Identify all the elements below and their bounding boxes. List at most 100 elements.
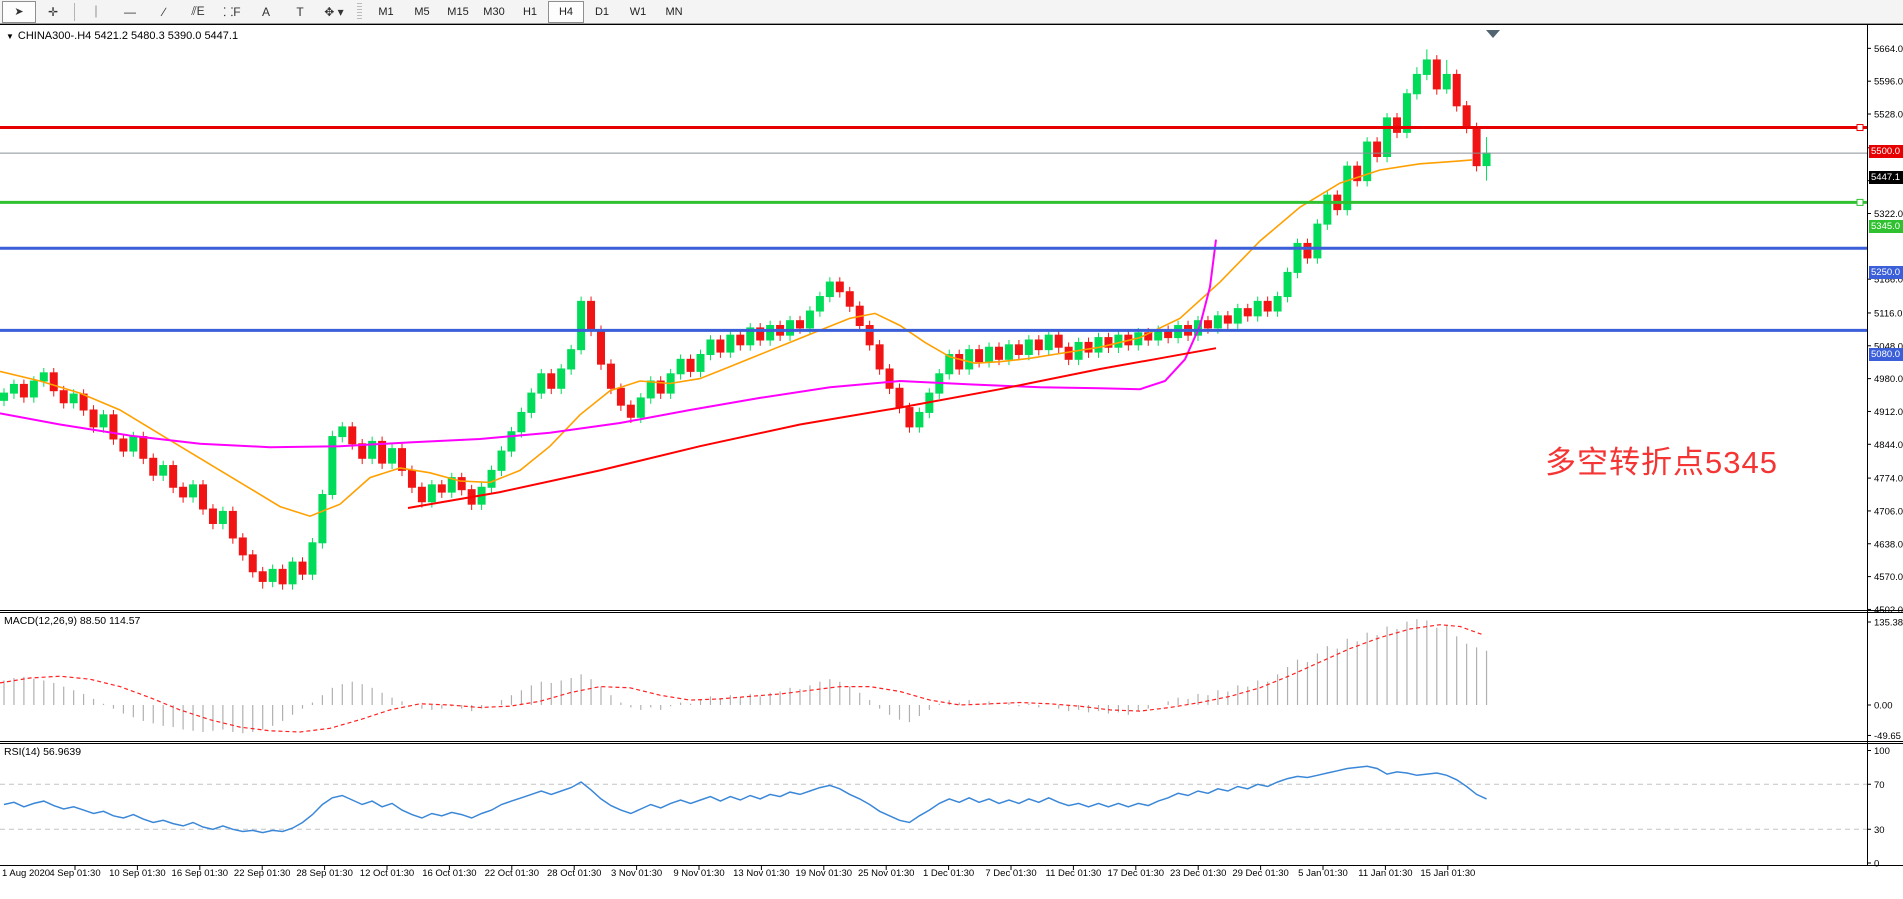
candle-body: [1254, 301, 1261, 315]
timeframe-m30-button[interactable]: M30: [476, 1, 512, 23]
candle-body: [249, 555, 256, 572]
equidistant-channel-tool-button[interactable]: ⫽E: [181, 1, 215, 23]
time-tick-label: 13 Nov 01:30: [733, 868, 790, 879]
macd-axis[interactable]: 135.380.00-49.65: [1867, 617, 1903, 741]
candle-body: [717, 340, 724, 352]
trendline-tool-button[interactable]: ∕: [147, 1, 181, 23]
fibonacci-tool-button[interactable]: ⸬F: [215, 1, 249, 23]
rsi-tick-label: 70: [1874, 780, 1885, 791]
cursor-tool-button[interactable]: ➤: [2, 1, 36, 23]
time-tick-label: 19 Nov 01:30: [796, 868, 853, 879]
horizontal-level-lines[interactable]: [0, 125, 1867, 331]
time-axis[interactable]: 1 Aug 20204 Sep 01:3010 Sep 01:3016 Sep …: [2, 866, 1475, 879]
candle-body: [508, 432, 515, 451]
candle-body: [190, 485, 197, 497]
candle-body: [1025, 340, 1032, 354]
time-tick-label: 10 Sep 01:30: [109, 868, 166, 879]
candle-body: [1095, 338, 1102, 352]
arrows-tool-button[interactable]: ✥ ▾: [317, 1, 351, 23]
timeframe-w1-button[interactable]: W1: [620, 1, 656, 23]
horizontal-line-tool-button[interactable]: —: [113, 1, 147, 23]
text-label-tool-button[interactable]: T: [283, 1, 317, 23]
timeframe-d1-button[interactable]: D1: [584, 1, 620, 23]
price-tick-label: 4706.0: [1874, 506, 1903, 517]
time-tick-label: 11 Dec 01:30: [1045, 868, 1101, 879]
candle-body: [180, 487, 187, 497]
candle-body: [209, 509, 216, 523]
price-axis-ticks[interactable]: 5664.05596.05528.05458.05390.05322.05186…: [1867, 44, 1903, 616]
symbol-ohlc-text: CHINA300-.H4 5421.2 5480.3 5390.0 5447.1: [18, 30, 238, 42]
candlestick-series[interactable]: [1, 49, 1491, 589]
candle-body: [110, 415, 117, 439]
candle-body: [1443, 74, 1450, 88]
hline-handle[interactable]: [1857, 199, 1863, 205]
price-tick-label: 5596.0: [1874, 77, 1903, 88]
candle-body: [687, 359, 694, 371]
candle-body: [677, 359, 684, 373]
candle-body: [1413, 74, 1420, 93]
ma-fast-orange-line: [0, 160, 1472, 516]
price-label-5080.0[interactable]: 5080.0: [1869, 348, 1903, 361]
timeframe-m1-button[interactable]: M1: [368, 1, 404, 23]
macd-histogram[interactable]: [4, 619, 1487, 733]
candle-body: [966, 350, 973, 369]
text-tool-button[interactable]: A: [249, 1, 283, 23]
price-tick-label: 4774.0: [1874, 474, 1903, 485]
symbol-title[interactable]: ▼ CHINA300-.H4 5421.2 5480.3 5390.0 5447.…: [6, 30, 238, 42]
chart-window[interactable]: ▼ CHINA300-.H4 5421.2 5480.3 5390.0 5447.…: [0, 24, 1903, 894]
candle-body: [806, 311, 813, 328]
macd-tick-label: 0.00: [1874, 701, 1893, 712]
hline-handle[interactable]: [1857, 125, 1863, 131]
candle-body: [60, 391, 67, 403]
candle-body: [229, 511, 236, 538]
time-tick-label: 16 Oct 01:30: [422, 868, 476, 879]
candle-body: [1433, 60, 1440, 89]
candle-body: [438, 485, 445, 492]
candle-body: [498, 451, 505, 470]
timeframe-mn-button[interactable]: MN: [656, 1, 692, 23]
candle-body: [1314, 224, 1321, 258]
chart-shift-marker-icon[interactable]: [1486, 30, 1500, 38]
timeframe-m5-button[interactable]: M5: [404, 1, 440, 23]
candle-body: [1204, 321, 1211, 328]
time-tick-label: 17 Dec 01:30: [1108, 868, 1165, 879]
candle-body: [428, 485, 435, 502]
rsi-axis[interactable]: 10070300: [1867, 746, 1890, 870]
timeframe-m15-button[interactable]: M15: [440, 1, 476, 23]
time-tick-label: 7 Dec 01:30: [985, 868, 1036, 879]
toolbar: ➤✛ ｜—∕⫽E⸬FAT✥ ▾ M1M5M15M30H1H4D1W1MN: [0, 0, 1903, 24]
candle-body: [538, 374, 545, 393]
toolbar-grip[interactable]: [357, 3, 362, 21]
rsi-tick-label: 0: [1874, 859, 1879, 870]
macd-tick-label: -49.65: [1874, 731, 1901, 742]
candle-body: [200, 485, 207, 509]
crosshair-tool-button[interactable]: ✛: [36, 1, 70, 23]
annotation-text[interactable]: 多空转折点5345: [1545, 437, 1778, 482]
time-tick-label: 4 Sep 01:30: [49, 868, 100, 879]
candle-body: [1374, 142, 1381, 156]
candle-body: [518, 412, 525, 431]
candle-body: [836, 282, 843, 292]
timeframe-h1-button[interactable]: H1: [512, 1, 548, 23]
time-tick-label: 28 Sep 01:30: [296, 868, 353, 879]
candle-body: [627, 405, 634, 417]
symbol-dropdown-icon[interactable]: ▼: [6, 32, 14, 41]
candle-body: [737, 335, 744, 345]
price-label-5345.0[interactable]: 5345.0: [1869, 220, 1903, 233]
price-tick-label: 4570.0: [1874, 572, 1903, 583]
rsi-indicator-label: RSI(14) 56.9639: [4, 746, 81, 758]
candle-body: [399, 449, 406, 471]
price-label-5500.0[interactable]: 5500.0: [1869, 145, 1903, 158]
candle-body: [617, 388, 624, 405]
candle-body: [1035, 340, 1042, 350]
candle-body: [598, 330, 605, 364]
candle-body: [548, 374, 555, 388]
time-tick-label: 16 Sep 01:30: [172, 868, 229, 879]
vertical-line-tool-button[interactable]: ｜: [79, 1, 113, 23]
candle-body: [647, 381, 654, 398]
timeframe-buttons-group: M1M5M15M30H1H4D1W1MN: [368, 1, 692, 23]
time-tick-label: 9 Nov 01:30: [673, 868, 724, 879]
timeframe-h4-button[interactable]: H4: [548, 1, 584, 23]
price-label-5250.0[interactable]: 5250.0: [1869, 266, 1903, 279]
time-tick-label: 29 Dec 01:30: [1232, 868, 1289, 879]
